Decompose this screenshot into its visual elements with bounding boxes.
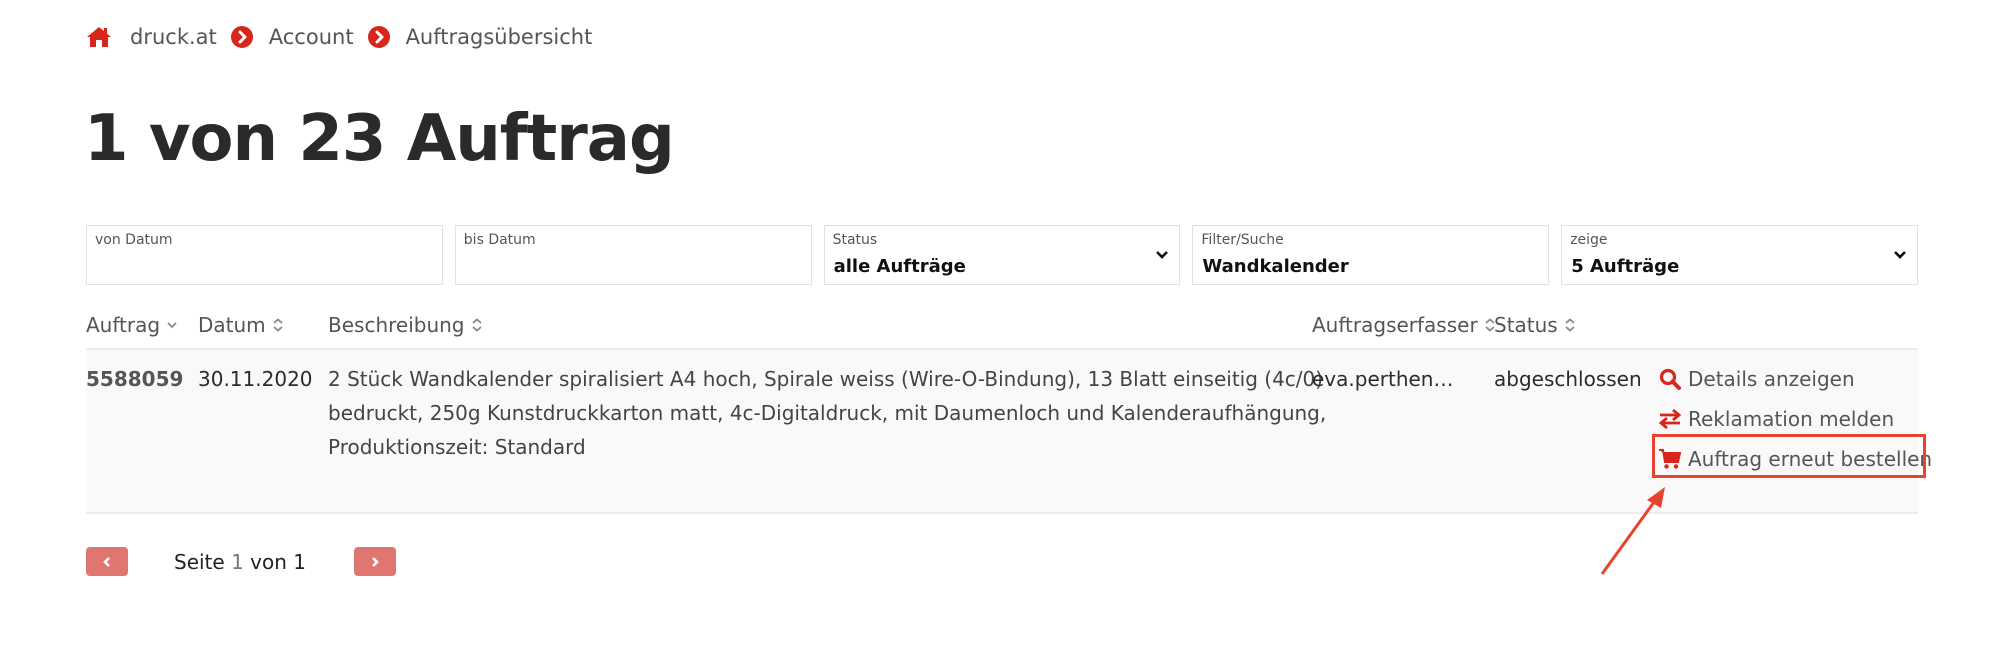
- prev-page-button[interactable]: [86, 547, 128, 576]
- chevron-down-icon[interactable]: [1893, 248, 1907, 262]
- chevron-down-icon[interactable]: [1155, 248, 1169, 262]
- from-date-field[interactable]: von Datum: [86, 225, 443, 285]
- column-header-auftrag[interactable]: Auftrag: [86, 310, 178, 340]
- column-label: Beschreibung: [328, 313, 465, 337]
- exchange-icon: [1658, 408, 1682, 430]
- breadcrumb-item-home[interactable]: druck.at: [130, 25, 217, 49]
- order-creator: eva.perthen…: [1312, 367, 1454, 391]
- complaint-link-label: Reklamation melden: [1688, 407, 1895, 431]
- chevron-left-icon: [103, 556, 110, 567]
- page-separator: von: [250, 549, 287, 574]
- column-label: Datum: [198, 313, 266, 337]
- order-description: 2 Stück Wandkalender spiralisiert A4 hoc…: [328, 367, 1327, 459]
- column-label: Auftrag: [86, 313, 161, 337]
- page-title: 1 von 23 Auftrag: [84, 102, 675, 176]
- from-date-label: von Datum: [95, 232, 173, 248]
- order-date: 30.11.2020: [198, 367, 313, 391]
- sort-icon[interactable]: [1564, 318, 1576, 332]
- search-icon: [1659, 368, 1681, 390]
- breadcrumb-item-account[interactable]: Account: [269, 25, 354, 49]
- details-link[interactable]: Details anzeigen: [1658, 362, 1932, 396]
- column-header-status[interactable]: Status: [1494, 310, 1576, 340]
- column-label: Status: [1494, 313, 1558, 337]
- annotation-arrow-icon: [1600, 487, 1665, 575]
- column-header-beschreibung[interactable]: Beschreibung: [328, 310, 483, 340]
- column-header-auftragserfasser[interactable]: Auftragserfasser: [1312, 310, 1496, 340]
- to-date-field[interactable]: bis Datum: [454, 225, 812, 285]
- page-prefix: Seite: [174, 549, 225, 574]
- annotation-highlight-box: [1652, 434, 1926, 478]
- next-page-button[interactable]: [354, 547, 396, 576]
- column-header-datum[interactable]: Datum: [198, 310, 284, 340]
- order-number: 5588059: [86, 367, 184, 391]
- chevron-right-icon: [372, 556, 379, 567]
- filter-bar: von Datum bis Datum Status alle Aufträge…: [86, 225, 1918, 285]
- page-indicator: Seite 1 von 1: [174, 550, 306, 574]
- page-size-value[interactable]: 5 Aufträge: [1571, 256, 1679, 277]
- chevron-circle-right-icon: [367, 26, 390, 48]
- sort-desc-icon[interactable]: [166, 318, 178, 332]
- current-page: 1: [231, 549, 244, 574]
- sort-icon[interactable]: [471, 318, 483, 332]
- column-label: Auftragserfasser: [1312, 313, 1478, 337]
- order-status: abgeschlossen: [1494, 367, 1642, 391]
- status-select-label: Status: [832, 232, 878, 248]
- pagination: Seite 1 von 1: [86, 547, 396, 576]
- table-header: Auftrag Datum Beschreibung Auftragserfas…: [86, 310, 1918, 350]
- details-link-label: Details anzeigen: [1688, 367, 1855, 391]
- status-select[interactable]: Status alle Aufträge: [823, 225, 1181, 285]
- chevron-circle-right-icon: [230, 26, 253, 48]
- search-input-value[interactable]: Wandkalender: [1202, 256, 1348, 277]
- search-input[interactable]: Filter/Suche Wandkalender: [1192, 225, 1550, 285]
- search-input-label: Filter/Suche: [1201, 232, 1284, 248]
- sort-icon[interactable]: [272, 318, 284, 332]
- to-date-label: bis Datum: [463, 232, 536, 248]
- page-size-select[interactable]: zeige 5 Aufträge: [1561, 225, 1918, 285]
- breadcrumb: druck.at Account Auftragsübersicht: [86, 22, 592, 52]
- breadcrumb-item-current: Auftragsübersicht: [405, 25, 593, 49]
- home-icon[interactable]: [86, 26, 112, 48]
- total-pages: 1: [293, 549, 306, 574]
- status-select-value[interactable]: alle Aufträge: [834, 256, 966, 277]
- page-size-label: zeige: [1570, 232, 1608, 248]
- complaint-link[interactable]: Reklamation melden: [1658, 402, 1932, 436]
